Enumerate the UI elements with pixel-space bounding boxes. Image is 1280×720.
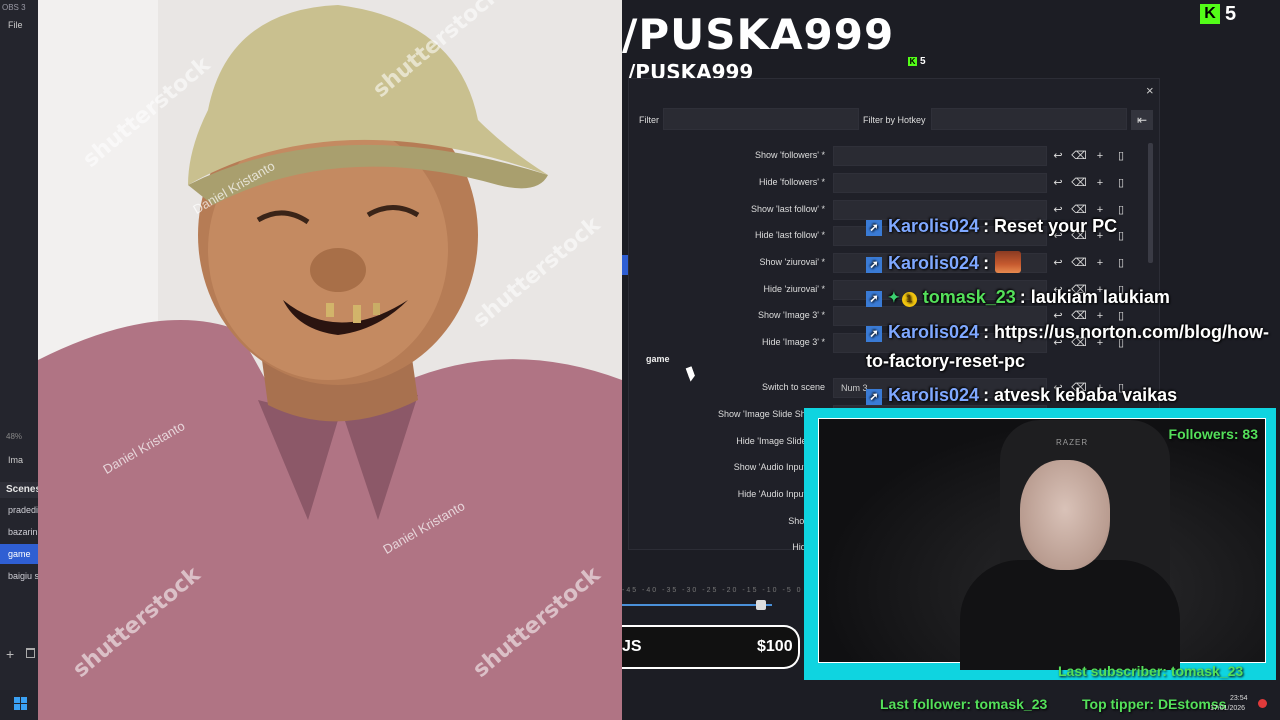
delete-icon[interactable]: ▯	[1113, 255, 1129, 271]
scene-item-bazarin[interactable]: bazarin	[0, 522, 40, 542]
chat-text: : Reset your PC	[983, 216, 1118, 236]
hotkey-input[interactable]	[833, 173, 1047, 193]
hotkey-label: Show 'Image 3' *	[758, 310, 825, 320]
hotkey-label: Show 'last follow' *	[751, 204, 825, 214]
remove-scene-icon[interactable]	[26, 648, 35, 658]
scenes-header: Scenes	[0, 482, 41, 498]
audio-meter-bar	[622, 604, 772, 606]
top-tipper: Top tipper: DEstomss	[1082, 696, 1227, 712]
chat-message: ➚ Karolis024: https://us.norton.com/blog/…	[866, 322, 1269, 343]
obs-source-label[interactable]: Ima	[8, 455, 23, 465]
add-icon[interactable]: +	[1092, 175, 1108, 191]
chat-message: ➚ Karolis024: Reset your PC	[866, 216, 1117, 237]
revert-icon[interactable]: ↩	[1050, 255, 1066, 271]
obs-left-panel	[0, 0, 40, 720]
scene-item-baigiu[interactable]: baigiu s	[0, 566, 40, 586]
audio-meter-scale: -45 -40 -35 -30 -25 -20 -15 -10 -5 0	[622, 587, 803, 594]
recording-indicator-icon	[1258, 699, 1267, 708]
chat-username: Karolis024	[888, 322, 980, 342]
chat-username: Karolis024	[888, 385, 980, 405]
clock-date: 17/01/2026	[1210, 705, 1246, 712]
clear-icon[interactable]: ⌫	[1071, 255, 1087, 271]
streamer-face	[1020, 460, 1110, 570]
menu-file[interactable]: File	[8, 20, 23, 30]
scene-item-game[interactable]: game	[0, 544, 40, 564]
chat-text: : https://us.norton.com/blog/how-	[983, 322, 1270, 342]
viewer-count: 5	[1225, 3, 1237, 25]
kick-logo-icon: K	[908, 57, 917, 66]
scrollbar[interactable]	[1148, 143, 1153, 263]
chat-badge-icon: ➚	[866, 389, 882, 405]
viewer-count-preview: 5	[920, 56, 926, 67]
chat-username: tomask_23	[922, 287, 1016, 307]
hotkey-filter-input[interactable]	[931, 108, 1127, 130]
hotkey-label: Hide 'ziurovai' *	[763, 284, 825, 294]
screen: OBS 3 File 48% Ima Scenes pradedi bazari…	[0, 0, 1280, 720]
streamer-body	[960, 560, 1180, 670]
chat-text: to-factory-reset-pc	[866, 351, 1026, 371]
chat-text: : atvesk kebaba vaikas	[983, 385, 1178, 405]
close-icon[interactable]: ×	[1146, 83, 1154, 98]
last-subscriber: Last subscriber: tomask_23	[1058, 663, 1244, 679]
chat-message: to-factory-reset-pc	[866, 351, 1025, 372]
volume-slider[interactable]	[756, 600, 766, 610]
windows-start-icon[interactable]	[14, 697, 28, 711]
hotkey-label: Hide 'followers' *	[759, 177, 825, 187]
kick-logo-icon: K	[1200, 4, 1220, 24]
chat-badge-icon: ➚	[866, 291, 882, 307]
channel-name: /PUSKA999	[622, 10, 895, 59]
chat-text: : laukiam laukiam	[1019, 287, 1170, 307]
add-scene-icon[interactable]: +	[6, 646, 14, 662]
hotkey-label: Hide 'Image 3' *	[762, 337, 825, 347]
chair-logo: RAZER	[1056, 438, 1089, 447]
hotkey-filter-label: Filter by Hotkey	[863, 115, 926, 125]
scene-item-pradedi[interactable]: pradedi	[0, 500, 40, 520]
clear-icon[interactable]: ⌫	[1071, 175, 1087, 191]
clock-time: 23:54	[1230, 695, 1248, 702]
filter-label: Filter	[639, 115, 659, 125]
gem-badge-icon: ✦	[888, 289, 900, 305]
chat-badge-icon: ➚	[866, 257, 882, 273]
hotkey-input[interactable]	[833, 146, 1047, 166]
revert-icon[interactable]: ↩	[1050, 148, 1066, 164]
stock-photo: shutterstock shutterstock shutterstock s…	[38, 0, 622, 720]
chat-username: Karolis024	[888, 253, 980, 273]
chat-badge-icon: ➚	[866, 220, 882, 236]
hotkey-label: Hide 'last follow' *	[755, 230, 825, 240]
delete-icon[interactable]: ▯	[1113, 175, 1129, 191]
add-icon[interactable]: +	[1092, 255, 1108, 271]
add-icon[interactable]: +	[1092, 148, 1108, 164]
chat-badge-icon: ➚	[866, 326, 882, 342]
filter-input[interactable]	[663, 108, 859, 130]
delete-icon[interactable]: ▯	[1113, 148, 1129, 164]
clear-filter-button[interactable]: ⇤	[1131, 110, 1153, 130]
obs-zoom-percent: 48%	[6, 432, 23, 441]
last-follower: Last follower: tomask_23	[880, 696, 1048, 712]
scene-group-label: game	[646, 354, 670, 364]
hotkey-label: Show 'ziurovai' *	[759, 257, 825, 267]
chat-message: ➚ ✦ 1 tomask_23: laukiam laukiam	[866, 287, 1170, 308]
hotkey-label: Show 'followers' *	[755, 150, 825, 160]
revert-icon[interactable]: ↩	[1050, 175, 1066, 191]
chat-message: ➚ Karolis024:	[866, 251, 1022, 274]
chat-message: ➚ Karolis024: atvesk kebaba vaikas	[866, 385, 1177, 406]
chat-username: Karolis024	[888, 216, 980, 236]
ticker-amount: $100	[757, 638, 793, 655]
hotkey-label: Switch to scene	[761, 382, 825, 392]
ticker-text-left: JS	[622, 638, 642, 655]
chat-emote-icon	[995, 251, 1022, 273]
obs-window-title: OBS 3	[2, 3, 26, 12]
subscriber-badge-icon: 1	[901, 292, 917, 307]
clear-icon[interactable]: ⌫	[1071, 148, 1087, 164]
chat-text: :	[983, 253, 990, 273]
followers-count: Followers: 83	[1168, 426, 1258, 442]
